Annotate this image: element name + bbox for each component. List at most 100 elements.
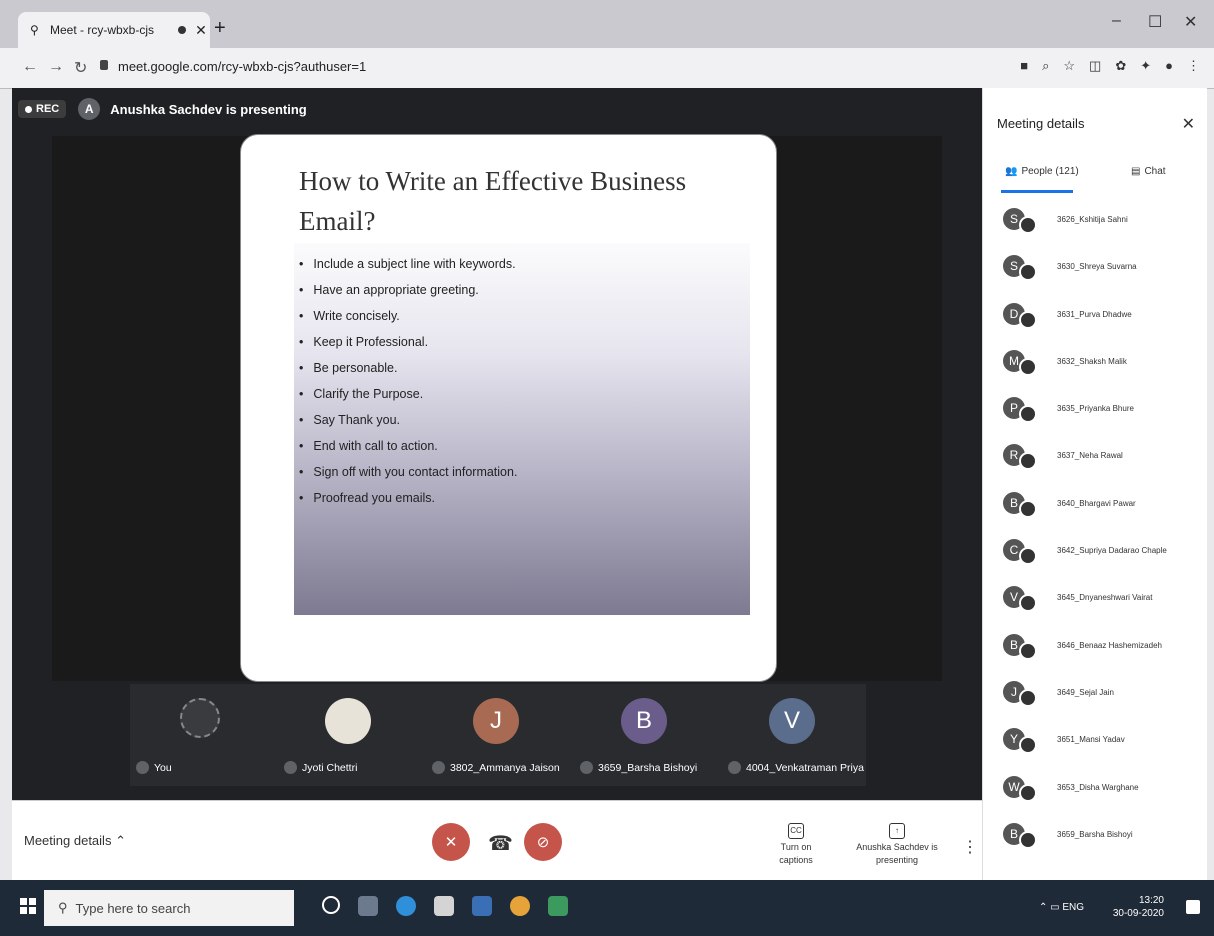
people-list-item[interactable]: B 3640_Bhargavi Pawar: [983, 482, 1207, 529]
people-list-item[interactable]: W 3653_Disha Warghane: [983, 766, 1207, 813]
people-list-item[interactable]: J 3649_Sejal Jain: [983, 671, 1207, 718]
windows-taskbar: ⚲ Type here to search ⌃ ▭ ENG 13:20 30-0…: [0, 880, 1214, 936]
edge-browser-icon[interactable]: [396, 896, 416, 916]
people-list-item[interactable]: V 3645_Dnyaneshwari Vairat: [983, 576, 1207, 623]
mic-status-icon: [1019, 499, 1037, 518]
person-name: 3642_Supriya Dadarao Chaple: [1057, 546, 1167, 556]
person-name: 3626_Kshitija Sahni: [1057, 215, 1128, 224]
recording-badge: REC: [18, 100, 67, 118]
slide-bullet: Write concisely.: [299, 303, 517, 329]
mic-status-icon: [1019, 547, 1037, 566]
taskbar-search-box[interactable]: ⚲ Type here to search: [44, 890, 294, 926]
people-list-item[interactable]: M 3632_Shaksh Malik: [983, 340, 1207, 387]
captions-icon: CC: [788, 823, 804, 839]
participant-tile[interactable]: B 3659_Barsha Bishoyi: [574, 684, 714, 786]
pocket-icon[interactable]: ◫: [1089, 58, 1101, 74]
slide-bullet: Have an appropriate greeting.: [299, 277, 517, 303]
browser-menu-icon[interactable]: ⋮: [1187, 58, 1200, 74]
person-name: 3637_Neha Rawal: [1057, 451, 1123, 461]
maximize-icon[interactable]: ☐: [1148, 12, 1162, 32]
reload-icon[interactable]: ↻: [74, 58, 87, 78]
panel-title: Meeting details: [997, 116, 1085, 131]
mic-status-icon: [1019, 357, 1037, 376]
people-list-item[interactable]: S 3630_Shreya Suvarna: [983, 245, 1207, 292]
slide-bullet: Clarify the Purpose.: [299, 381, 517, 407]
more-options-icon[interactable]: ⋮: [962, 837, 978, 857]
person-name: 3632_Shaksh Malik: [1057, 356, 1127, 366]
excel-icon[interactable]: [548, 896, 568, 916]
meeting-details-button[interactable]: Meeting details ⌃: [24, 833, 126, 849]
people-list-item[interactable]: B 3659_Barsha Bishoyi: [983, 813, 1207, 860]
people-list-item[interactable]: Y 3651_Mansi Yadav: [983, 718, 1207, 765]
participant-name: You: [154, 761, 172, 774]
self-avatar: [180, 698, 220, 738]
slide-title: How to Write an Effective Business Email…: [299, 166, 687, 236]
people-list-item[interactable]: C 3642_Supriya Dadarao Chaple: [983, 529, 1207, 576]
tab-title: Meet - rcy-wbxb-cjs: [50, 23, 155, 37]
tab-close-icon[interactable]: ✕: [192, 22, 210, 39]
mic-status-icon: [1019, 216, 1037, 234]
file-explorer-icon[interactable]: [472, 896, 492, 916]
new-tab-button[interactable]: +: [214, 18, 226, 38]
participant-avatar: V: [769, 698, 815, 744]
search-placeholder: Type here to search: [75, 900, 191, 916]
chrome-browser-icon[interactable]: [510, 896, 530, 916]
extension-icons: ■ ⌕ ☆ ◫ ✿ ✦ ● ⋮: [1020, 58, 1200, 74]
people-list-item[interactable]: R 3637_Neha Rawal: [983, 434, 1207, 481]
people-list-item[interactable]: S 3626_Kshitija Sahni: [983, 198, 1207, 245]
participant-tile[interactable]: Jyoti Chettri: [278, 684, 418, 786]
person-name: 3645_Dnyaneshwari Vairat: [1057, 593, 1153, 603]
person-name: 3631_Purva Dhadwe: [1057, 309, 1132, 319]
mic-status-icon: [1019, 783, 1037, 802]
people-list-item[interactable]: P 3635_Priyanka Bhure: [983, 387, 1207, 434]
participant-tile[interactable]: V 4004_Venkatraman Priya: [722, 684, 864, 786]
system-tray-icons[interactable]: ⌃ ▭ ENG: [1039, 902, 1084, 913]
windows-start-icon[interactable]: [20, 898, 36, 914]
participant-tile[interactable]: J 3802_Ammanya Jaison: [426, 684, 566, 786]
tab-people[interactable]: 👥 People (121): [1005, 166, 1079, 177]
present-button[interactable]: ↑ Anushka Sachdev is presenting: [854, 823, 940, 867]
cortana-icon[interactable]: [322, 896, 340, 914]
participant-avatar: B: [621, 698, 667, 744]
forward-icon[interactable]: →: [48, 58, 64, 76]
person-name: 3630_Shreya Suvarna: [1057, 262, 1137, 272]
clock[interactable]: 13:20 30-09-2020: [1113, 894, 1164, 920]
extension-icon[interactable]: ✿: [1115, 58, 1126, 74]
zoom-icon[interactable]: ⌕: [1042, 58, 1049, 74]
bookmark-star-icon[interactable]: ☆: [1063, 58, 1075, 74]
captions-button[interactable]: CC Turn on captions: [764, 823, 828, 867]
mic-icon: [432, 761, 445, 774]
hang-up-button[interactable]: ☎: [488, 831, 513, 856]
store-icon[interactable]: [434, 896, 454, 916]
notifications-icon[interactable]: [1186, 900, 1200, 914]
task-view-icon[interactable]: [358, 896, 378, 916]
puzzle-icon[interactable]: ✦: [1140, 58, 1151, 74]
tab-chat[interactable]: ▤ Chat: [1131, 166, 1166, 177]
participant-strip: You Jyoti Chettri J 3802_Ammanya Jaison …: [130, 684, 866, 786]
slide-bullet: Sign off with you contact information.: [299, 459, 517, 485]
present-screen-icon: ↑: [889, 823, 905, 839]
back-icon[interactable]: ←: [22, 58, 38, 76]
camera-icon[interactable]: ■: [1020, 58, 1028, 74]
mic-off-button[interactable]: ✕: [432, 823, 470, 861]
active-tab-indicator: [1001, 190, 1073, 193]
profile-avatar-icon[interactable]: ●: [1165, 58, 1173, 74]
camera-off-button[interactable]: ⊘: [524, 823, 562, 861]
panel-close-icon[interactable]: ✕: [1182, 114, 1195, 134]
slide-bullet: End with call to action.: [299, 433, 517, 459]
mic-status-icon: [1019, 736, 1037, 755]
people-list-item[interactable]: B 3646_Benaaz Hashemizadeh: [983, 624, 1207, 671]
participant-avatar: J: [473, 698, 519, 744]
people-list-item[interactable]: D 3631_Purva Dhadwe: [983, 293, 1207, 340]
clock-date: 30-09-2020: [1112, 908, 1164, 919]
minimize-icon[interactable]: –: [1112, 12, 1121, 30]
person-name: 3640_Bhargavi Pawar: [1057, 498, 1136, 508]
meeting-details-panel: Meeting details ✕ 👥 People (121) ▤ Chat S3…: [982, 88, 1207, 880]
browser-tab[interactable]: ⚲ Meet - rcy-wbxb-cjs ✕: [18, 12, 210, 48]
participant-tile-you[interactable]: You: [130, 684, 270, 786]
participant-name: Jyoti Chettri: [302, 761, 358, 774]
mic-status-icon: [1019, 310, 1037, 329]
window-close-icon[interactable]: ✕: [1184, 12, 1197, 32]
meeting-stage: REC A Anushka Sachdev is presenting How …: [12, 88, 982, 800]
url-field[interactable]: meet.google.com/rcy-wbxb-cjs?authuser=1: [118, 59, 366, 74]
